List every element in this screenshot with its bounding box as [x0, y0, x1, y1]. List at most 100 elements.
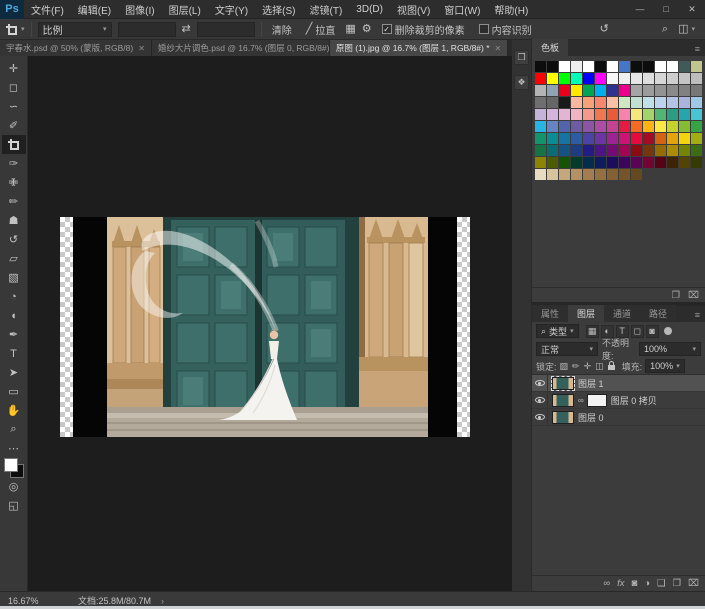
color-swatch[interactable]: [547, 73, 558, 84]
hand-tool[interactable]: ✋: [2, 401, 26, 420]
color-swatch[interactable]: [643, 121, 654, 132]
tab-图层[interactable]: 图层: [568, 305, 604, 322]
color-swatch[interactable]: [547, 97, 558, 108]
menu-item-10[interactable]: 帮助(H): [487, 0, 535, 19]
color-swatch[interactable]: [643, 145, 654, 156]
menu-item-5[interactable]: 选择(S): [255, 0, 302, 19]
color-swatch[interactable]: [559, 97, 570, 108]
color-swatch[interactable]: [631, 85, 642, 96]
color-swatch[interactable]: [607, 121, 618, 132]
color-swatch[interactable]: [631, 157, 642, 168]
color-swatch[interactable]: [583, 97, 594, 108]
move-tool[interactable]: ✛: [2, 59, 26, 78]
collapsed-panel-icon-2[interactable]: ❖: [514, 75, 529, 90]
color-swatch[interactable]: [607, 73, 618, 84]
maximize-icon[interactable]: □: [653, 0, 679, 19]
color-swatch[interactable]: [691, 97, 702, 108]
color-swatch[interactable]: [535, 97, 546, 108]
color-swatch[interactable]: [571, 61, 582, 72]
blur-tool[interactable]: ◔: [2, 287, 26, 306]
lock-transparency-icon[interactable]: ▨: [560, 361, 569, 372]
color-swatch[interactable]: [607, 109, 618, 120]
color-swatch[interactable]: [607, 157, 618, 168]
color-swatch[interactable]: [547, 85, 558, 96]
color-swatch[interactable]: [643, 133, 654, 144]
lock-position-icon[interactable]: ✛: [584, 361, 592, 372]
search-icon[interactable]: ⌕: [662, 24, 668, 35]
spot-healing-tool[interactable]: ✙: [2, 173, 26, 192]
color-swatch[interactable]: [691, 133, 702, 144]
layer-mask-thumbnail[interactable]: [587, 394, 607, 407]
document-tab-1[interactable]: 婚纱大片调色.psd @ 16.7% (图层 0, RGB/8#) *✕: [152, 40, 330, 56]
color-swatch[interactable]: [679, 97, 690, 108]
color-swatch[interactable]: [691, 73, 702, 84]
color-swatch[interactable]: [559, 109, 570, 120]
reset-icon[interactable]: ↺: [600, 24, 609, 35]
color-swatch[interactable]: [535, 109, 546, 120]
type-tool[interactable]: T: [2, 344, 26, 363]
document-tab-0[interactable]: 宇春水.psd @ 50% (蒙版, RGB/8)✕: [0, 40, 152, 56]
color-swatch[interactable]: [643, 85, 654, 96]
color-swatch[interactable]: [667, 73, 678, 84]
color-swatch[interactable]: [595, 85, 606, 96]
shape-tool[interactable]: ▭: [2, 382, 26, 401]
color-swatch[interactable]: [691, 109, 702, 120]
pen-tool[interactable]: ✒: [2, 325, 26, 344]
color-swatch[interactable]: [583, 133, 594, 144]
color-swatch[interactable]: [607, 133, 618, 144]
color-swatch[interactable]: [535, 85, 546, 96]
color-swatch[interactable]: [559, 133, 570, 144]
menu-item-9[interactable]: 窗口(W): [437, 0, 487, 19]
delete-swatch-icon[interactable]: ⌧: [688, 290, 699, 301]
menu-item-7[interactable]: 3D(D): [349, 0, 390, 19]
pixel-filter-icon[interactable]: ▦: [586, 325, 599, 338]
color-swatch[interactable]: [571, 109, 582, 120]
adjustment-layer-icon[interactable]: ◑: [644, 578, 650, 589]
layer-thumbnail[interactable]: [552, 411, 574, 424]
tool-preset[interactable]: ▾: [6, 24, 25, 35]
tab-通道[interactable]: 通道: [604, 305, 640, 322]
color-swatch[interactable]: [595, 145, 606, 156]
color-swatch[interactable]: [619, 61, 630, 72]
layer-row-0[interactable]: 图层 1: [532, 375, 705, 392]
color-swatch[interactable]: [667, 85, 678, 96]
color-swatch[interactable]: [655, 145, 666, 156]
color-swatch[interactable]: [643, 97, 654, 108]
marquee-tool[interactable]: ◻: [2, 78, 26, 97]
color-swatch[interactable]: [631, 73, 642, 84]
clear-button[interactable]: 清除: [268, 22, 296, 37]
color-swatch[interactable]: [571, 169, 582, 180]
color-swatch[interactable]: [619, 97, 630, 108]
zoom-level[interactable]: 16.67%: [8, 596, 56, 606]
color-swatch[interactable]: [655, 73, 666, 84]
color-swatch[interactable]: [595, 97, 606, 108]
color-swatch[interactable]: [583, 85, 594, 96]
color-swatch[interactable]: [655, 157, 666, 168]
color-swatch[interactable]: [559, 121, 570, 132]
color-swatch[interactable]: [547, 133, 558, 144]
color-swatch[interactable]: [631, 97, 642, 108]
color-swatch[interactable]: [535, 121, 546, 132]
add-mask-icon[interactable]: ◙: [631, 578, 637, 589]
color-swatch[interactable]: [631, 169, 642, 180]
color-swatch[interactable]: [583, 157, 594, 168]
edit-toolbar-icon[interactable]: ⋯: [2, 439, 26, 458]
color-swatch[interactable]: [535, 157, 546, 168]
color-swatch[interactable]: [583, 145, 594, 156]
menu-item-4[interactable]: 文字(Y): [208, 0, 255, 19]
color-swatch[interactable]: [619, 85, 630, 96]
color-swatch[interactable]: [679, 109, 690, 120]
color-swatch[interactable]: [571, 97, 582, 108]
new-layer-icon[interactable]: ❐: [673, 578, 682, 589]
tab-swatches[interactable]: 色板: [532, 39, 568, 56]
new-group-icon[interactable]: ❑: [657, 578, 666, 589]
color-swatch[interactable]: [691, 145, 702, 156]
color-swatch[interactable]: [679, 145, 690, 156]
color-swatch[interactable]: [655, 97, 666, 108]
gear-icon[interactable]: ⚙: [362, 24, 372, 35]
foreground-background-swatches[interactable]: [2, 458, 26, 477]
color-swatch[interactable]: [607, 145, 618, 156]
color-swatch[interactable]: [631, 145, 642, 156]
color-swatch[interactable]: [547, 121, 558, 132]
dodge-tool[interactable]: ◖: [2, 306, 26, 325]
